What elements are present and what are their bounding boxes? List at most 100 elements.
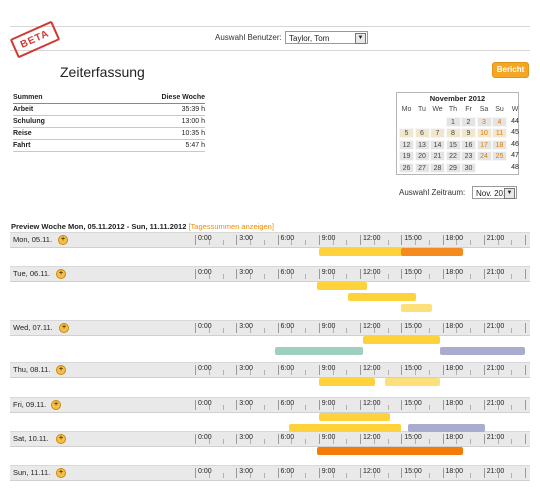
calendar-day[interactable]: 27 bbox=[414, 162, 430, 173]
timeline-minor-tick bbox=[470, 473, 471, 478]
timeline-minor-tick bbox=[470, 274, 471, 279]
time-entry-bar[interactable] bbox=[318, 248, 403, 256]
calendar-day[interactable]: 6 bbox=[414, 128, 430, 138]
timeline-hour-label: 15:00 bbox=[404, 365, 422, 372]
timeline-minor-tick bbox=[497, 473, 499, 478]
timeline-major-tick bbox=[483, 269, 485, 279]
day-row: Wed, 07.11. +0:00 3:00 6:00 9:00 12:00 15:00 18… bbox=[10, 320, 530, 336]
timeline-hour-label: 12:00 bbox=[363, 323, 381, 330]
timeline-minor-tick bbox=[428, 240, 430, 245]
daily-totals-link[interactable]: [Tagessummen anzeigen] bbox=[188, 222, 273, 231]
add-entry-icon[interactable]: + bbox=[58, 235, 68, 245]
timeline-minor-tick bbox=[346, 439, 348, 444]
calendar-day[interactable]: 25 bbox=[492, 151, 507, 161]
time-entry-bar[interactable] bbox=[288, 424, 402, 432]
timeline-minor-tick bbox=[208, 405, 210, 410]
time-entry-bar[interactable] bbox=[384, 378, 440, 386]
calendar-day[interactable]: 16 bbox=[461, 139, 476, 150]
calendar-day[interactable]: 13 bbox=[414, 139, 430, 150]
calendar-day[interactable]: 17 bbox=[476, 139, 492, 150]
timeline-minor-tick bbox=[208, 328, 210, 333]
timeline-minor-tick bbox=[511, 240, 513, 245]
timeline-major-tick bbox=[236, 468, 238, 478]
calendar-day[interactable]: 12 bbox=[399, 139, 414, 150]
timeline-major-tick bbox=[195, 235, 196, 245]
calendar-day[interactable]: 18 bbox=[492, 139, 507, 150]
add-entry-icon[interactable]: + bbox=[59, 323, 69, 333]
timeline-major-tick bbox=[442, 468, 444, 478]
timeline-minor-tick bbox=[263, 274, 265, 279]
timeline-minor-tick bbox=[346, 240, 348, 245]
timeline-hour-label: 18:00 bbox=[445, 365, 464, 372]
timeline-minor-tick bbox=[415, 370, 416, 375]
calendar-day[interactable]: 23 bbox=[461, 151, 476, 161]
calendar-day[interactable]: 15 bbox=[445, 139, 461, 150]
time-entry-bar[interactable] bbox=[274, 347, 363, 355]
add-entry-icon[interactable]: + bbox=[56, 269, 66, 279]
add-entry-icon[interactable]: + bbox=[51, 400, 61, 410]
day-row: Fri, 09.11. +0:00 3:00 6:00 9:00 12:00 15:00 18… bbox=[10, 397, 530, 413]
calendar-day[interactable]: 22 bbox=[445, 151, 461, 161]
time-entry-bar[interactable] bbox=[401, 304, 432, 312]
time-entry-bar[interactable] bbox=[408, 424, 486, 432]
timeline-minor-tick bbox=[263, 473, 265, 478]
timeline-hour-label: 21:00 bbox=[486, 365, 505, 372]
time-entry-bar[interactable] bbox=[318, 413, 391, 421]
calendar-day[interactable]: 20 bbox=[414, 151, 430, 161]
timeline-minor-tick bbox=[456, 274, 458, 279]
timeline-minor-tick bbox=[511, 274, 513, 279]
calendar-empty-cell bbox=[430, 117, 445, 127]
summary-label: Reise bbox=[13, 130, 32, 137]
calendar-title: November 2012 bbox=[429, 94, 486, 103]
report-button[interactable]: Bericht bbox=[492, 62, 529, 78]
calendar-day[interactable]: 10 bbox=[476, 128, 492, 138]
add-entry-icon[interactable]: + bbox=[56, 468, 66, 478]
time-entry-bar[interactable] bbox=[317, 282, 367, 290]
timeline-minor-tick bbox=[263, 405, 265, 410]
calendar-day[interactable]: 11 bbox=[492, 128, 507, 138]
time-entry-bar[interactable] bbox=[439, 347, 525, 355]
time-entry-bar[interactable] bbox=[401, 248, 464, 256]
calendar-day[interactable]: 28 bbox=[430, 162, 445, 173]
calendar-weekday: Fr bbox=[465, 106, 472, 113]
add-entry-icon[interactable]: + bbox=[56, 434, 66, 444]
summary-row: Fahrt 5:47 h bbox=[13, 140, 205, 152]
timeline-minor-tick bbox=[415, 473, 416, 478]
timeline-minor-tick bbox=[250, 240, 251, 245]
calendar-day[interactable]: 9 bbox=[461, 128, 476, 138]
calendar-day[interactable]: 26 bbox=[399, 162, 414, 173]
chevron-down-icon[interactable]: ▼ bbox=[504, 188, 515, 199]
calendar-day[interactable]: 14 bbox=[430, 139, 445, 150]
add-entry-icon[interactable]: + bbox=[56, 365, 66, 375]
calendar-day[interactable]: 1 bbox=[445, 116, 461, 127]
time-entry-bar[interactable] bbox=[317, 447, 464, 455]
timeline-major-tick bbox=[442, 434, 444, 444]
range-select[interactable]: Nov. 2012 ▼ bbox=[472, 186, 517, 199]
timeline-minor-tick bbox=[470, 328, 471, 333]
timeline-minor-tick bbox=[291, 439, 293, 444]
calendar-day[interactable]: 2 bbox=[461, 116, 476, 127]
calendar-day[interactable]: 19 bbox=[399, 151, 414, 161]
time-entry-bar[interactable] bbox=[362, 336, 440, 344]
calendar-empty-cell bbox=[492, 163, 507, 173]
calendar-day[interactable]: 5 bbox=[399, 128, 414, 138]
calendar-day[interactable]: 7 bbox=[430, 128, 445, 138]
calendar-day[interactable]: 24 bbox=[476, 151, 492, 161]
time-entry-bar[interactable] bbox=[347, 293, 417, 301]
calendar-day[interactable]: 21 bbox=[430, 151, 445, 161]
chevron-down-icon[interactable]: ▼ bbox=[355, 33, 366, 44]
day-label: Sat, 10.11. bbox=[13, 434, 49, 443]
user-select[interactable]: Taylor, Tom ▼ bbox=[285, 31, 368, 44]
calendar-day[interactable]: 30 bbox=[461, 162, 476, 173]
preview-title: Preview Woche Mon, 05.11.2012 - Sun, 11.… bbox=[11, 222, 187, 231]
calendar-day[interactable]: 29 bbox=[445, 162, 461, 173]
timeline-major-tick bbox=[525, 269, 526, 279]
calendar-day[interactable]: 3 bbox=[476, 116, 492, 127]
time-entry-bar[interactable] bbox=[318, 378, 376, 386]
calendar-day[interactable]: 4 bbox=[492, 116, 507, 127]
timeline-major-tick bbox=[442, 235, 444, 245]
timeline-major-tick bbox=[277, 269, 279, 279]
timeline-minor-tick bbox=[250, 405, 251, 410]
header-divider bbox=[10, 50, 530, 51]
calendar-day[interactable]: 8 bbox=[445, 128, 461, 138]
